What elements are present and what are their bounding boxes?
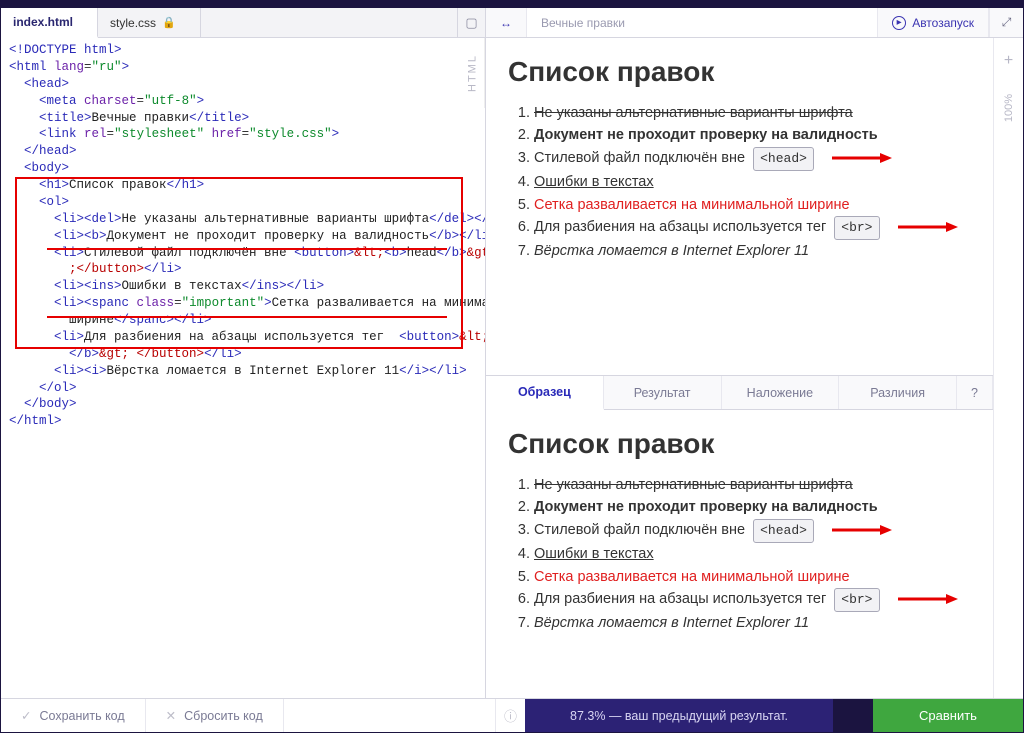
arrow-icon <box>898 220 958 234</box>
code-button-br[interactable]: <br> <box>834 216 879 240</box>
code-button-head[interactable]: <head> <box>753 147 814 171</box>
list-item: Вёрстка ломается в Internet Explorer 11 <box>534 612 971 634</box>
zoom-level: 100% <box>1003 94 1015 122</box>
info-button[interactable]: ⓘ <box>495 699 525 732</box>
editor-pane: index.html style.css 🔒 ▢ HTML <!DOCTYPE … <box>1 8 486 698</box>
list-item: Стилевой файл подключён вне <head> <box>534 519 971 543</box>
preview-pane: ↔ Вечные правки ▸ Автозапуск ⤢ Список пр… <box>486 8 1023 698</box>
reset-button[interactable]: ✕ Сбросить код <box>146 699 284 732</box>
autorun-label: Автозапуск <box>912 16 974 30</box>
preview-heading: Список правок <box>508 428 971 460</box>
preview-header: ↔ Вечные правки ▸ Автозапуск ⤢ <box>486 8 1023 38</box>
tabs-spacer <box>201 8 457 37</box>
compare-button[interactable]: Сравнить <box>873 699 1023 732</box>
main-area: index.html style.css 🔒 ▢ HTML <!DOCTYPE … <box>1 8 1023 698</box>
lock-icon: 🔒 <box>162 16 176 29</box>
list-item: Для разбиения на абзацы используется тег… <box>534 588 971 612</box>
save-button[interactable]: ✓ Сохранить код <box>1 699 146 732</box>
preview-top: Список правок Не указаны альтернативные … <box>486 38 993 376</box>
list-item: Ошибки в текстах <box>534 543 971 565</box>
play-icon: ▸ <box>892 16 906 30</box>
ref-tab-help[interactable]: ? <box>957 376 993 409</box>
zoom-rail: + 100% <box>993 38 1023 698</box>
preview-row: Список правок Не указаны альтернативные … <box>486 38 1023 698</box>
file-tabs: index.html style.css 🔒 ▢ <box>1 8 485 38</box>
html-badge: HTML <box>461 38 485 108</box>
previous-result: 87.3% — ваш предыдущий результат. <box>525 699 833 732</box>
preview-title: Вечные правки <box>527 8 878 37</box>
resize-handle[interactable]: ↔ <box>486 8 527 37</box>
list-item: Не указаны альтернативные варианты шрифт… <box>534 102 971 124</box>
annotation-underline-1 <box>47 248 447 250</box>
fullscreen-button[interactable]: ⤢ <box>989 8 1023 37</box>
list-item: Сетка разваливается на минимальной ширин… <box>534 194 971 216</box>
tab-label: style.css <box>110 16 156 30</box>
ref-tab-sample[interactable]: Образец <box>486 376 604 410</box>
preview-list: Не указаны альтернативные варианты шрифт… <box>508 102 971 263</box>
arrow-icon <box>898 592 958 606</box>
reference-tabs: Образец Результат Наложение Различия ? <box>486 376 993 410</box>
list-item: Сетка разваливается на минимальной ширин… <box>534 566 971 588</box>
code-editor[interactable]: HTML <!DOCTYPE html> <html lang="ru"> <h… <box>1 38 485 698</box>
ref-tab-result[interactable]: Результат <box>604 376 722 409</box>
preview-column: Список правок Не указаны альтернативные … <box>486 38 993 698</box>
reset-label: Сбросить код <box>184 709 263 723</box>
tab-index-html[interactable]: index.html <box>1 8 98 38</box>
tab-style-css[interactable]: style.css 🔒 <box>98 8 201 37</box>
list-item: Для разбиения на абзацы используется тег… <box>534 216 971 240</box>
arrow-icon <box>832 151 892 165</box>
tab-label: index.html <box>13 15 73 29</box>
autorun-button[interactable]: ▸ Автозапуск <box>878 8 989 37</box>
code-button-br[interactable]: <br> <box>834 588 879 612</box>
list-item: Вёрстка ломается в Internet Explorer 11 <box>534 240 971 262</box>
check-icon: ✓ <box>21 708 31 723</box>
code-button-head[interactable]: <head> <box>753 519 814 543</box>
annotation-underline-2 <box>47 316 447 318</box>
annotation-box <box>15 177 463 349</box>
preview-list: Не указаны альтернативные варианты шрифт… <box>508 474 971 635</box>
list-item: Не указаны альтернативные варианты шрифт… <box>534 474 971 496</box>
footer: ✓ Сохранить код ✕ Сбросить код ⓘ 87.3% —… <box>1 698 1023 732</box>
split-button[interactable]: ▢ <box>457 8 485 37</box>
footer-spacer <box>284 699 495 732</box>
footer-dark-block <box>833 699 873 732</box>
app-window: index.html style.css 🔒 ▢ HTML <!DOCTYPE … <box>0 0 1024 733</box>
ref-tab-diff[interactable]: Различия <box>839 376 957 409</box>
ref-tab-overlay[interactable]: Наложение <box>722 376 840 409</box>
list-item: Стилевой файл подключён вне <head> <box>534 147 971 171</box>
list-item: Документ не проходит проверку на валидно… <box>534 496 971 518</box>
save-label: Сохранить код <box>39 709 124 723</box>
preview-heading: Список правок <box>508 56 971 88</box>
zoom-in-button[interactable]: + <box>1004 52 1013 70</box>
arrow-icon <box>832 523 892 537</box>
close-icon: ✕ <box>166 708 176 723</box>
list-item: Ошибки в текстах <box>534 171 971 193</box>
preview-bottom: Список правок Не указаны альтернативные … <box>486 410 993 698</box>
list-item: Документ не проходит проверку на валидно… <box>534 124 971 146</box>
